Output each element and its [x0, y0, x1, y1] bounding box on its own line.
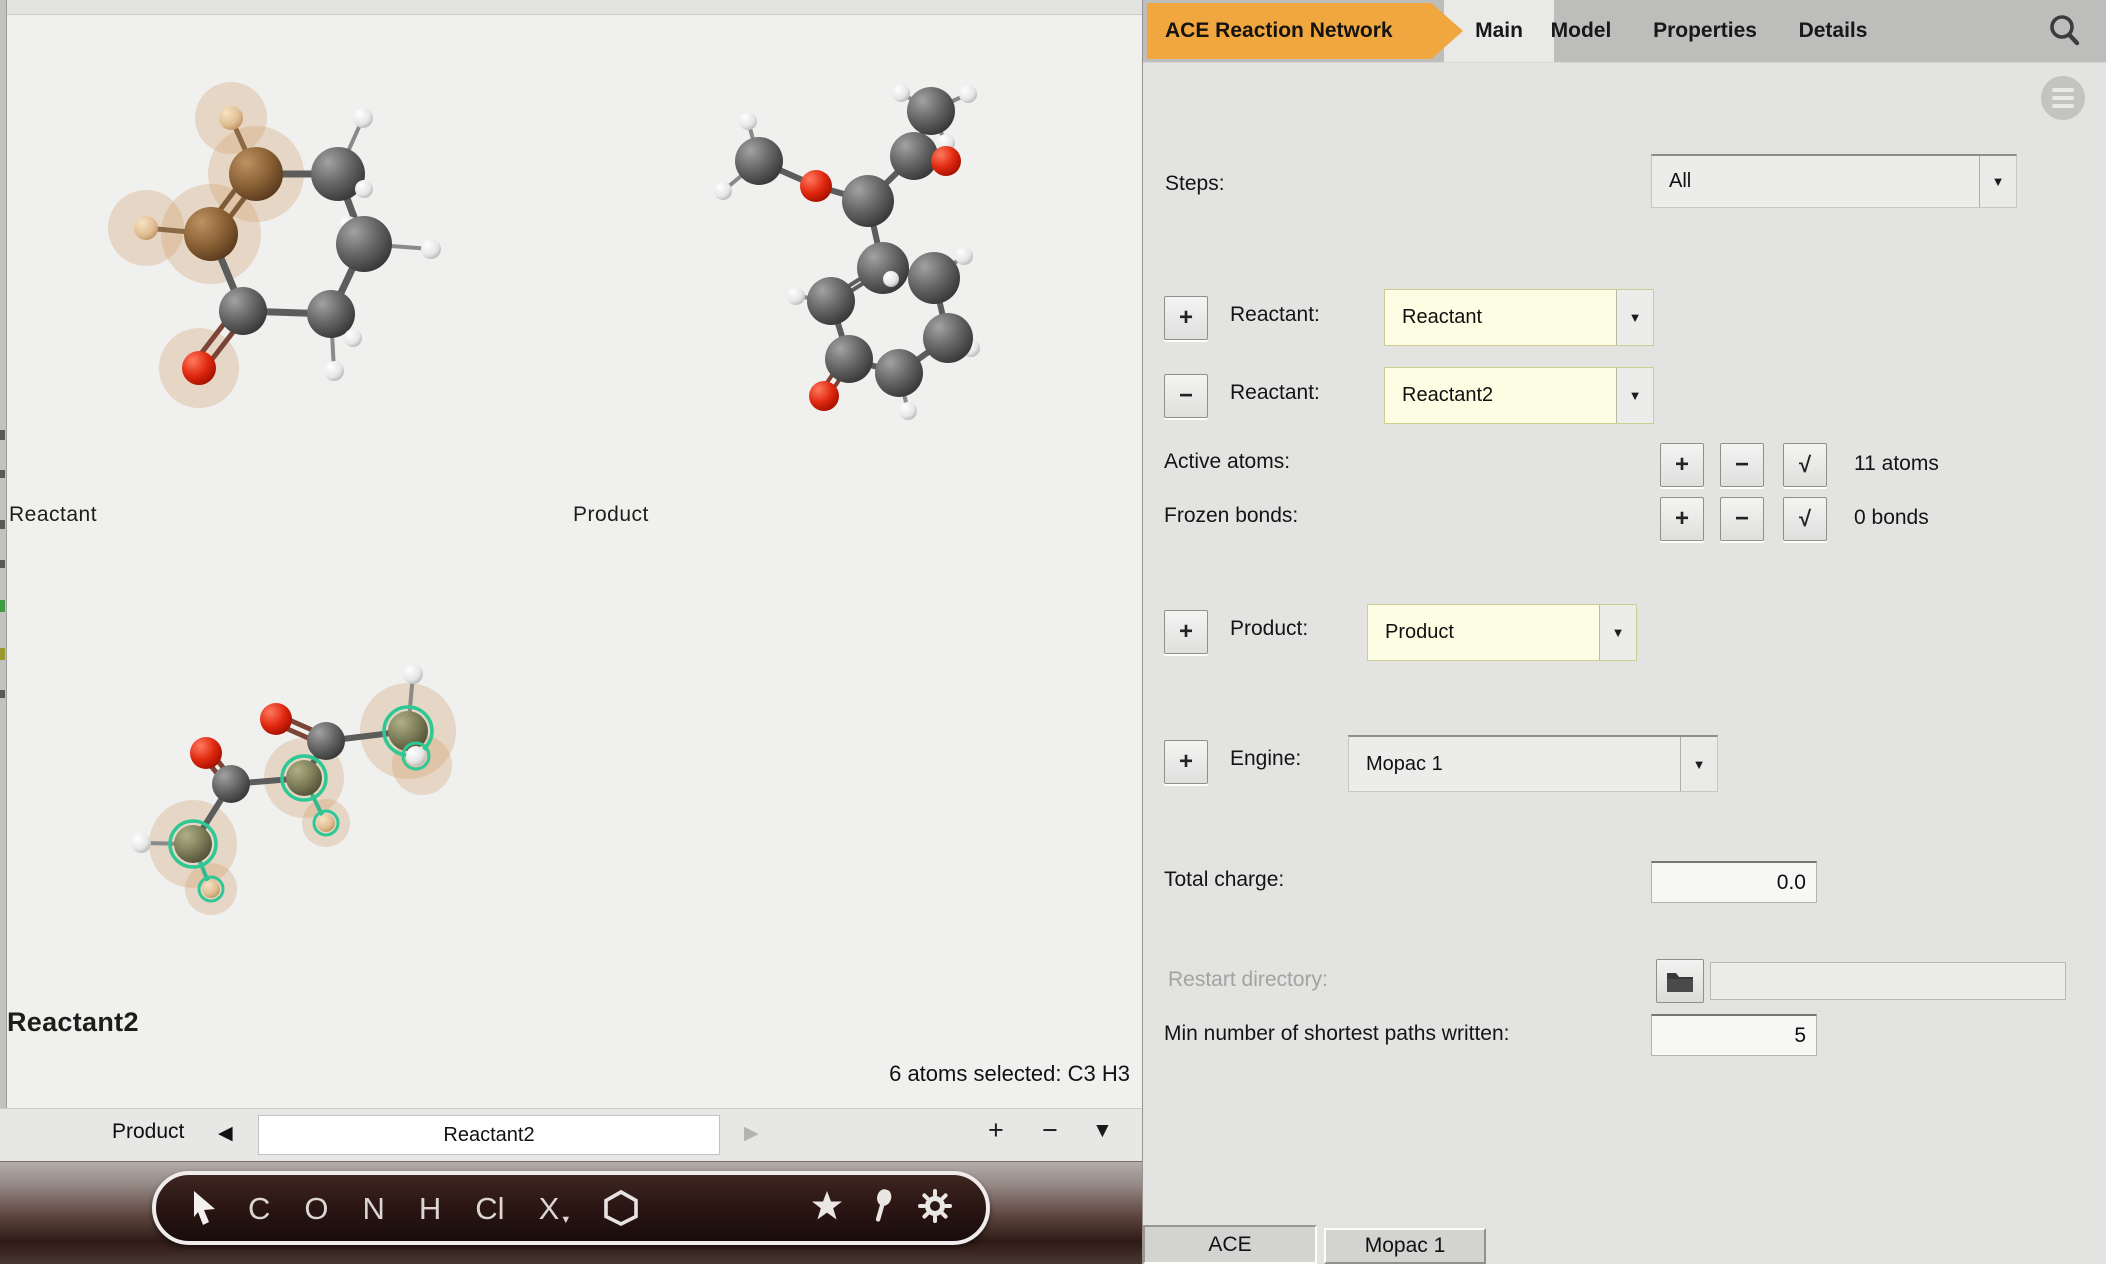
- frozen-bonds-remove-button[interactable]: −: [1720, 497, 1764, 541]
- active-atoms-check-button[interactable]: √: [1783, 443, 1827, 487]
- label-reactant: Reactant: [9, 503, 98, 526]
- molecule-reactant2[interactable]: [131, 664, 456, 915]
- sliver-mark-olive: [0, 648, 5, 660]
- active-atoms-count: 11 atoms: [1854, 452, 1939, 475]
- molecule-viewport[interactable]: Reactant Product Reactant2 6 atoms selec…: [7, 14, 1142, 1109]
- min-paths-label: Min number of shortest paths written:: [1164, 1022, 1510, 1045]
- reactant2-dropdown[interactable]: Reactant2 ▼: [1384, 367, 1654, 424]
- structure-nav-bar: Product ◀ ▶ + − ▼: [0, 1108, 1142, 1163]
- dropdown-arrow-icon: ▼: [1680, 737, 1717, 791]
- ring-icon[interactable]: [603, 1189, 639, 1227]
- element-h-button[interactable]: H: [419, 1193, 441, 1224]
- cursor-icon[interactable]: [190, 1190, 218, 1226]
- folder-browse-button[interactable]: [1656, 959, 1704, 1003]
- sliver-mark: [0, 470, 5, 478]
- molecule-canvas[interactable]: [7, 15, 1142, 1109]
- frozen-bonds-count: 0 bonds: [1854, 506, 1929, 529]
- nav-menu-button[interactable]: ▼: [1092, 1119, 1113, 1143]
- dropdown-arrow-icon: ▼: [1616, 368, 1653, 423]
- sliver-mark: [0, 560, 5, 568]
- engine-dropdown[interactable]: Mopac 1 ▼: [1348, 735, 1718, 792]
- engine-label: Engine:: [1230, 747, 1302, 770]
- active-atoms-remove-button[interactable]: −: [1720, 443, 1764, 487]
- zoom-in-button[interactable]: +: [988, 1115, 1004, 1146]
- hamburger-menu-icon[interactable]: [2041, 76, 2085, 120]
- active-atoms-add-button[interactable]: +: [1660, 443, 1704, 487]
- molecule-product[interactable]: [714, 84, 980, 420]
- nav-prev-button[interactable]: ◀: [218, 1122, 233, 1145]
- reactant-dropdown[interactable]: Reactant ▼: [1384, 289, 1654, 346]
- frozen-bonds-label: Frozen bonds:: [1164, 504, 1299, 527]
- panel-tab-bar: ACE Reaction Network Main Model Properti…: [1143, 0, 2106, 63]
- restart-directory-input[interactable]: [1710, 962, 2066, 1000]
- total-charge-label: Total charge:: [1164, 868, 1285, 891]
- add-product-button[interactable]: +: [1164, 610, 1208, 654]
- bottom-tab-mopac[interactable]: Mopac 1: [1324, 1228, 1486, 1264]
- left-edge-panel-sliver: [0, 0, 7, 1160]
- current-structure-input[interactable]: [258, 1115, 720, 1155]
- element-n-button[interactable]: N: [363, 1193, 385, 1224]
- sliver-mark: [0, 690, 5, 698]
- ace-reaction-network-panel: ACE Reaction Network Main Model Properti…: [1142, 0, 2106, 1264]
- nav-prev-label: Product: [112, 1120, 185, 1143]
- active-atoms-label: Active atoms:: [1164, 450, 1291, 473]
- nav-next-button[interactable]: ▶: [744, 1122, 759, 1145]
- label-product: Product: [573, 503, 649, 526]
- product-dropdown[interactable]: Product ▼: [1367, 604, 1637, 661]
- app-tab-ace-reaction-network[interactable]: ACE Reaction Network: [1147, 3, 1463, 59]
- tab-main[interactable]: Main: [1468, 0, 1530, 62]
- x-dropdown-caret: ▼: [560, 1213, 572, 1226]
- star-icon[interactable]: [810, 1190, 844, 1227]
- search-icon[interactable]: [2046, 12, 2084, 50]
- spoon-icon[interactable]: [867, 1187, 895, 1229]
- element-toolbar: C O N H Cl X ▼: [152, 1171, 990, 1245]
- tab-details[interactable]: Details: [1785, 0, 1881, 62]
- zoom-out-button[interactable]: −: [1042, 1115, 1058, 1146]
- bottom-tab-ace[interactable]: ACE: [1143, 1225, 1317, 1264]
- remove-reactant-button[interactable]: −: [1164, 374, 1208, 418]
- gear-icon[interactable]: [918, 1188, 952, 1228]
- label-reactant2: Reactant2: [7, 1007, 139, 1037]
- folder-icon: [1667, 973, 1693, 992]
- add-engine-button[interactable]: +: [1164, 740, 1208, 784]
- dropdown-arrow-icon: ▼: [1616, 290, 1653, 345]
- element-c-button[interactable]: C: [248, 1193, 270, 1224]
- tab-properties[interactable]: Properties: [1637, 0, 1773, 62]
- restart-directory-label: Restart directory:: [1168, 968, 1328, 991]
- molecule-reactant[interactable]: [108, 82, 441, 408]
- sliver-mark-green: [0, 600, 5, 612]
- sliver-mark: [0, 520, 5, 529]
- product-label: Product:: [1230, 617, 1309, 640]
- selection-status: 6 atoms selected: C3 H3: [889, 1061, 1130, 1086]
- element-o-button[interactable]: O: [304, 1193, 328, 1224]
- tab-model[interactable]: Model: [1541, 0, 1621, 62]
- dropdown-arrow-icon: ▼: [1979, 156, 2016, 207]
- frozen-bonds-check-button[interactable]: √: [1783, 497, 1827, 541]
- total-charge-input[interactable]: [1651, 861, 1817, 903]
- editor-toolbar-zone: C O N H Cl X ▼: [0, 1162, 1142, 1264]
- frozen-bonds-add-button[interactable]: +: [1660, 497, 1704, 541]
- dropdown-arrow-icon: ▼: [1599, 605, 1636, 660]
- steps-dropdown[interactable]: All ▼: [1651, 154, 2017, 208]
- steps-label: Steps:: [1165, 172, 1225, 195]
- reactant-label: Reactant:: [1230, 303, 1320, 326]
- add-reactant-button[interactable]: +: [1164, 296, 1208, 340]
- element-x-button[interactable]: X ▼: [539, 1193, 572, 1226]
- reactant2-label: Reactant:: [1230, 381, 1320, 404]
- sliver-mark: [0, 430, 5, 440]
- min-paths-input[interactable]: [1651, 1014, 1817, 1056]
- element-cl-button[interactable]: Cl: [475, 1193, 504, 1224]
